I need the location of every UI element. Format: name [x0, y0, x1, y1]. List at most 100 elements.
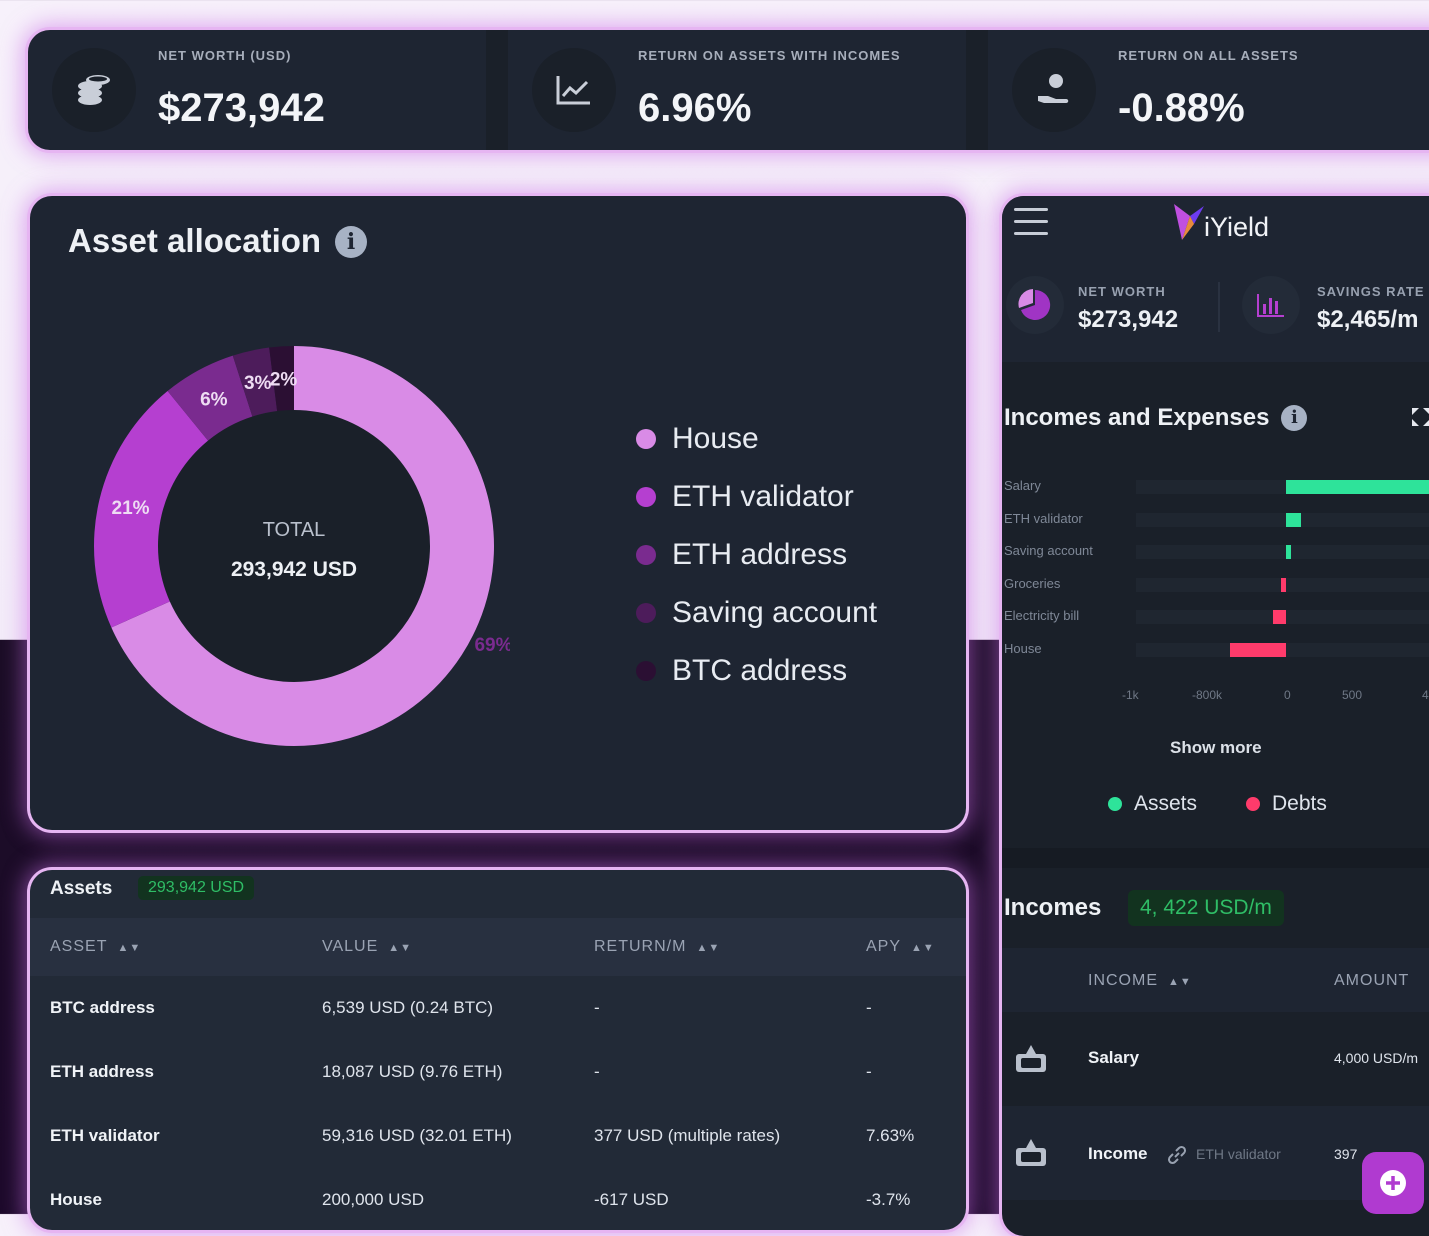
- mobile-header: iYield NET WORTH $273,942 SAVINGS RATE $…: [1002, 196, 1429, 362]
- column-header-income[interactable]: INCOME ▲▼: [1088, 972, 1192, 990]
- mobile-stat-label: SAVINGS RATE: [1317, 284, 1425, 299]
- legend-label: Assets: [1134, 792, 1198, 815]
- column-header-amount[interactable]: AMOUNT: [1334, 972, 1409, 990]
- cell-value: 18,087 USD (9.76 ETH): [322, 1062, 503, 1081]
- table-row[interactable]: House 200,000 USD -617 USD -3.7%: [30, 1168, 966, 1230]
- legend-label: Debts: [1272, 792, 1327, 815]
- show-more-button[interactable]: Show more: [1170, 738, 1262, 758]
- hamburger-menu-icon[interactable]: [1014, 208, 1048, 238]
- legend-label: House: [672, 422, 759, 455]
- bar[interactable]: [1272, 610, 1286, 624]
- legend-dot: [1108, 797, 1122, 811]
- stat-return-with-incomes: RETURN ON ASSETS WITH INCOMES 6.96%: [508, 30, 988, 150]
- donut-slice-label: 6%: [200, 389, 228, 410]
- x-tick: -1k: [1122, 688, 1139, 702]
- sort-icon[interactable]: ▲▼: [1168, 976, 1192, 988]
- cell-return: -617 USD: [594, 1190, 669, 1209]
- income-name: Salary: [1088, 1048, 1140, 1067]
- summary-stats-bar: NET WORTH (USD) $273,942 RETURN ON ASSET…: [28, 30, 1429, 150]
- column-header-value[interactable]: VALUE ▲▼: [322, 938, 412, 956]
- asset-allocation-donut-chart: 69% 21% 6% 3%2% TOTAL 293,942 USD: [93, 346, 510, 746]
- add-income-button[interactable]: [1362, 1152, 1424, 1214]
- column-header-label: AMOUNT: [1334, 972, 1410, 989]
- incomes-expenses-title: Incomes and Expenses i: [1004, 404, 1308, 432]
- stat-label: RETURN ON ASSETS WITH INCOMES: [638, 48, 901, 63]
- mobile-app-preview: iYield NET WORTH $273,942 SAVINGS RATE $…: [1002, 196, 1429, 1236]
- donut-slice-label: 69%: [474, 635, 510, 656]
- cell-asset: ETH address: [50, 1062, 154, 1081]
- bar-track: [1136, 512, 1429, 527]
- income-name: Income: [1088, 1144, 1148, 1163]
- cell-value: 200,000 USD: [322, 1190, 425, 1209]
- stat-return-all-assets: RETURN ON ALL ASSETS -0.88%: [988, 30, 1429, 150]
- cell-apy: -: [866, 1062, 872, 1081]
- pie-chart-icon: [1006, 276, 1064, 334]
- bar[interactable]: [1286, 545, 1291, 559]
- column-header-label: VALUE: [322, 938, 379, 955]
- legend-dot: [636, 487, 656, 507]
- legend-item-assets[interactable]: Assets: [1108, 792, 1197, 816]
- donut-center-label: TOTAL: [263, 519, 326, 541]
- money-bag-icon: [1016, 1139, 1046, 1166]
- expand-icon[interactable]: [1410, 406, 1429, 428]
- legend-item-debts[interactable]: Debts: [1246, 792, 1327, 816]
- column-header-label: ASSET: [50, 938, 108, 955]
- bar[interactable]: [1286, 480, 1429, 494]
- legend-item-saving-account[interactable]: Saving account: [636, 584, 877, 642]
- stat-value: $273,942: [158, 86, 325, 130]
- legend-item-btc-address[interactable]: BTC address: [636, 642, 877, 700]
- iyield-logo-icon: [1174, 204, 1204, 240]
- cell-asset: BTC address: [50, 998, 155, 1017]
- hand-coin-icon: [1012, 48, 1096, 132]
- cell-return: 377 USD (multiple rates): [594, 1126, 781, 1145]
- info-icon[interactable]: i: [1281, 405, 1308, 431]
- sort-icon[interactable]: ▲▼: [696, 942, 720, 954]
- bar[interactable]: [1230, 642, 1286, 657]
- x-tick: 4: [1422, 688, 1429, 702]
- legend-label: Saving account: [672, 596, 878, 629]
- cell-return: -: [594, 998, 600, 1017]
- stat-label: NET WORTH (USD): [158, 48, 292, 63]
- assets-title: Assets: [50, 878, 113, 899]
- legend-item-house[interactable]: House: [636, 410, 877, 468]
- legend-item-eth-address[interactable]: ETH address: [636, 526, 877, 584]
- income-amount: 397: [1334, 1146, 1358, 1162]
- info-icon[interactable]: i: [335, 226, 368, 258]
- bar[interactable]: [1286, 512, 1302, 527]
- sort-icon[interactable]: ▲▼: [388, 942, 412, 954]
- legend-dot: [636, 603, 656, 623]
- table-row[interactable]: ETH address 18,087 USD (9.76 ETH) - -: [30, 1040, 966, 1104]
- money-bag-icon: [1016, 1045, 1046, 1072]
- bar[interactable]: [1281, 577, 1286, 592]
- stat-value: 6.96%: [638, 86, 752, 130]
- incomes-title: Incomes: [1004, 894, 1102, 921]
- brand-name: iYield: [1204, 212, 1270, 242]
- sort-icon[interactable]: ▲▼: [911, 942, 935, 954]
- donut-slice-label: 3%: [244, 373, 272, 394]
- column-header-return[interactable]: RETURN/M ▲▼: [594, 938, 720, 956]
- table-row[interactable]: BTC address 6,539 USD (0.24 BTC) - -: [30, 976, 966, 1040]
- asset-allocation-title-text: Asset allocation: [68, 222, 322, 259]
- assets-table-header: ASSET ▲▼ VALUE ▲▼ RETURN/M ▲▼ APY ▲▼: [30, 918, 966, 976]
- section-divider: [1002, 848, 1429, 868]
- assets-total-badge: 293,942 USD: [138, 876, 255, 900]
- asset-allocation-title: Asset allocation i: [68, 222, 368, 260]
- income-link-label[interactable]: ETH validator: [1196, 1146, 1281, 1162]
- income-row[interactable]: Salary 4,000 USD/m: [1002, 1012, 1429, 1106]
- sort-icon[interactable]: ▲▼: [117, 942, 141, 954]
- donut-center: [158, 410, 430, 682]
- mobile-stat-value: $273,942: [1078, 306, 1179, 333]
- column-header-apy[interactable]: APY ▲▼: [866, 938, 935, 956]
- cell-value: 59,316 USD (32.01 ETH): [322, 1126, 512, 1145]
- column-header-asset[interactable]: ASSET ▲▼: [50, 938, 141, 956]
- legend-item-eth-validator[interactable]: ETH validator: [636, 468, 877, 526]
- x-tick: 0: [1284, 688, 1291, 702]
- legend-dot: [636, 661, 656, 681]
- bar-label: Groceries: [1004, 575, 1061, 591]
- asset-allocation-card: Asset allocation i 69% 21% 6% 3% 2% TOTAL 293…: [30, 196, 966, 830]
- cell-value: 6,539 USD (0.24 BTC): [322, 998, 494, 1017]
- assets-table-card: Assets 293,942 USD ASSET ▲▼ VALUE ▲▼ RETUR…: [30, 870, 966, 1230]
- table-row[interactable]: ETH validator 59,316 USD (32.01 ETH) 377…: [30, 1104, 966, 1168]
- cell-return: -: [594, 1062, 600, 1081]
- cell-apy: -: [866, 998, 872, 1017]
